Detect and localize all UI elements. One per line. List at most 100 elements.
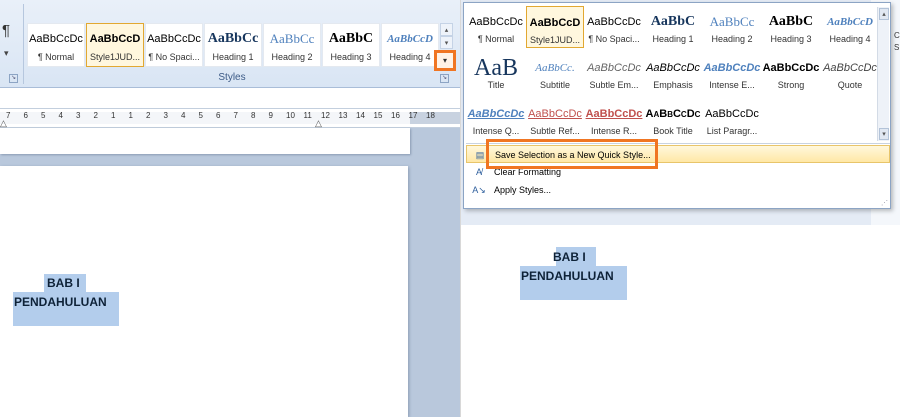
style-label: Intense R... xyxy=(590,126,638,136)
style-sample: AaBbC xyxy=(768,14,814,29)
apply-styles-label: Apply Styles... xyxy=(494,185,552,195)
scroll-up-icon[interactable]: ▴ xyxy=(879,8,889,20)
style-label: Strong xyxy=(777,80,805,90)
ruler-number: 14 xyxy=(356,111,365,120)
ruler-number: 1 xyxy=(128,111,133,120)
gallery-more-button[interactable]: ▾ xyxy=(434,50,456,71)
style-sample: AaBbCcDc xyxy=(823,62,877,74)
quick-style-tile[interactable]: AaBbCcDc Subtle Em... xyxy=(585,52,643,94)
quick-style-tile[interactable]: AaBbCcDc List Paragr... xyxy=(703,98,761,140)
quick-style-tile[interactable]: AaBbCcDc ¶ Normal xyxy=(467,6,525,48)
quick-style-tile[interactable]: AaBbCc. Subtitle xyxy=(526,52,584,94)
previous-page xyxy=(0,128,410,154)
quick-style-tile[interactable]: AaBbCcDc Book Title xyxy=(644,98,702,140)
heading-line-1[interactable]: BAB I xyxy=(553,250,586,264)
style-label: Heading 1 xyxy=(212,52,254,62)
quick-style-tile[interactable]: AaBbCcDc Emphasis xyxy=(644,52,702,94)
style-label: Heading 4 xyxy=(389,52,431,62)
style-sample: AaBbCcDc xyxy=(528,108,582,120)
style-label: ¶ No Spaci... xyxy=(588,34,640,44)
styles-dialog-launcher-icon[interactable]: ↘ xyxy=(440,74,449,83)
style-sample: AaBbCcDc xyxy=(587,62,641,74)
gallery-scroll-down-button[interactable]: ▾ xyxy=(440,36,453,49)
style-label: Subtitle xyxy=(539,80,571,90)
style-label: Title xyxy=(487,80,505,90)
quick-style-tile[interactable]: AaBbCc Heading 2 xyxy=(703,6,761,48)
dropdown-scrollbar[interactable]: ▴ ▾ xyxy=(877,7,889,141)
quick-style-tile[interactable]: AaBbCcD Heading 4 xyxy=(821,6,879,48)
style-sample: AaBbCcDc xyxy=(587,16,641,28)
heading-line-2[interactable]: PENDAHULUAN xyxy=(521,269,614,283)
gallery-scroll-up-button[interactable]: ▴ xyxy=(440,23,453,36)
quick-style-tile[interactable]: AaBbCcD Style1JUD... xyxy=(526,6,584,48)
style-label: Quote xyxy=(837,80,863,90)
style-tile-normal[interactable]: AaBbCcDc ¶ Normal xyxy=(27,23,85,67)
chevron-down-icon[interactable]: ▾ xyxy=(4,48,9,59)
ruler-number: 5 xyxy=(198,111,203,120)
style-label: Subtle Ref... xyxy=(530,126,580,136)
quick-style-tile[interactable]: AaBbC Heading 3 xyxy=(762,6,820,48)
document-page[interactable] xyxy=(461,225,900,417)
group-divider xyxy=(23,4,24,84)
ruler-number: 4 xyxy=(181,111,186,120)
ruler-margin-area xyxy=(410,112,460,124)
paragraph-dialog-launcher-icon[interactable]: ↘ xyxy=(9,74,18,83)
style-label: Emphasis xyxy=(653,80,693,90)
style-sample: AaBbCcDc xyxy=(646,62,700,74)
ruler-number: 3 xyxy=(76,111,81,120)
show-hide-paragraph-button[interactable]: ¶ xyxy=(2,22,10,39)
style-sample: AaBbCcDc xyxy=(645,108,701,120)
style-tile-heading-4[interactable]: AaBbCcD Heading 4 xyxy=(381,23,439,67)
quick-style-tile[interactable]: AaBbC Heading 1 xyxy=(644,6,702,48)
quick-style-tile[interactable]: AaBbCcDc Strong xyxy=(762,52,820,94)
style-sample: AaBbCc xyxy=(207,31,259,46)
clear-formatting-icon: A̸ xyxy=(475,167,482,177)
quick-styles-grid: AaBbCcDc ¶ Normal AaBbCcD Style1JUD... AaBbC… xyxy=(467,6,877,142)
style-sample: AaBbCc xyxy=(269,31,315,46)
quick-style-tile[interactable]: AaBbCcDc Quote xyxy=(821,52,879,94)
ruler-number: 10 xyxy=(286,111,295,120)
style-label: Heading 4 xyxy=(829,34,871,44)
style-sample: AaBbCc xyxy=(709,14,755,29)
styles-gallery: AaBbCcDc ¶ Normal AaBbCcD Style1JUD... A… xyxy=(27,23,439,67)
style-sample: AaBbCcDc xyxy=(469,16,523,28)
ruler-number: 4 xyxy=(58,111,63,120)
style-tile-style1jud[interactable]: AaBbCcD Style1JUD... xyxy=(86,23,144,67)
right-screenshot: CS BAB I PENDAHULUAN AaBbCcDc ¶ Normal AaB… xyxy=(461,0,900,417)
style-tile-no-spacing[interactable]: AaBbCcDc ¶ No Spaci... xyxy=(145,23,203,67)
quick-style-tile[interactable]: AaBbCcDc Subtle Ref... xyxy=(526,98,584,140)
style-label: Style1JUD... xyxy=(89,52,140,62)
ruler-number: 5 xyxy=(41,111,46,120)
ruler-number: 17 xyxy=(408,111,418,120)
ruler-number: 2 xyxy=(146,111,151,120)
style-sample: AaBbCcDc xyxy=(29,33,83,45)
style-sample: AaBbCcD xyxy=(827,16,873,28)
quick-style-tile[interactable]: AaBbCcDc Intense E... xyxy=(703,52,761,94)
style-tile-heading-2[interactable]: AaBbCc Heading 2 xyxy=(263,23,321,67)
heading-line-1[interactable]: BAB I xyxy=(47,276,80,290)
ruler-number: 8 xyxy=(251,111,256,120)
ruler-number: 6 xyxy=(23,111,28,120)
style-label: Subtle Em... xyxy=(589,80,639,90)
scroll-down-icon[interactable]: ▾ xyxy=(879,128,889,140)
apply-styles-icon: A↘ xyxy=(472,185,486,195)
style-label: Intense Q... xyxy=(472,126,520,136)
left-screenshot: ¶ ▾ ↘ AaBbCcDc ¶ Normal AaBbCcD Style1JU… xyxy=(0,0,460,417)
resize-grip-icon[interactable]: ⋰ xyxy=(881,199,888,207)
quick-style-tile[interactable]: AaBbCcDc Intense R... xyxy=(585,98,643,140)
style-sample: AaBbCc. xyxy=(535,62,575,74)
style-label: Heading 2 xyxy=(711,34,753,44)
quick-style-tile[interactable]: AaBbCcDc ¶ No Spaci... xyxy=(585,6,643,48)
style-tile-heading-1[interactable]: AaBbCc Heading 1 xyxy=(204,23,262,67)
style-label: ¶ No Spaci... xyxy=(148,52,200,62)
apply-styles-menu-item[interactable]: A↘ Apply Styles... xyxy=(466,181,890,199)
style-label: Heading 3 xyxy=(330,52,372,62)
style-sample: AaBbCcD xyxy=(89,33,141,45)
quick-styles-dropdown: AaBbCcDc ¶ Normal AaBbCcD Style1JUD... AaBbC… xyxy=(463,2,891,209)
quick-style-tile[interactable]: AaB Title xyxy=(467,52,525,94)
styles-group-label: Styles xyxy=(218,72,246,83)
quick-style-tile[interactable]: AaBbCcDc Intense Q... xyxy=(467,98,525,140)
style-tile-heading-3[interactable]: AaBbC Heading 3 xyxy=(322,23,380,67)
heading-line-2[interactable]: PENDAHULUAN xyxy=(14,295,107,309)
style-sample: AaBbCcDc xyxy=(705,108,759,120)
